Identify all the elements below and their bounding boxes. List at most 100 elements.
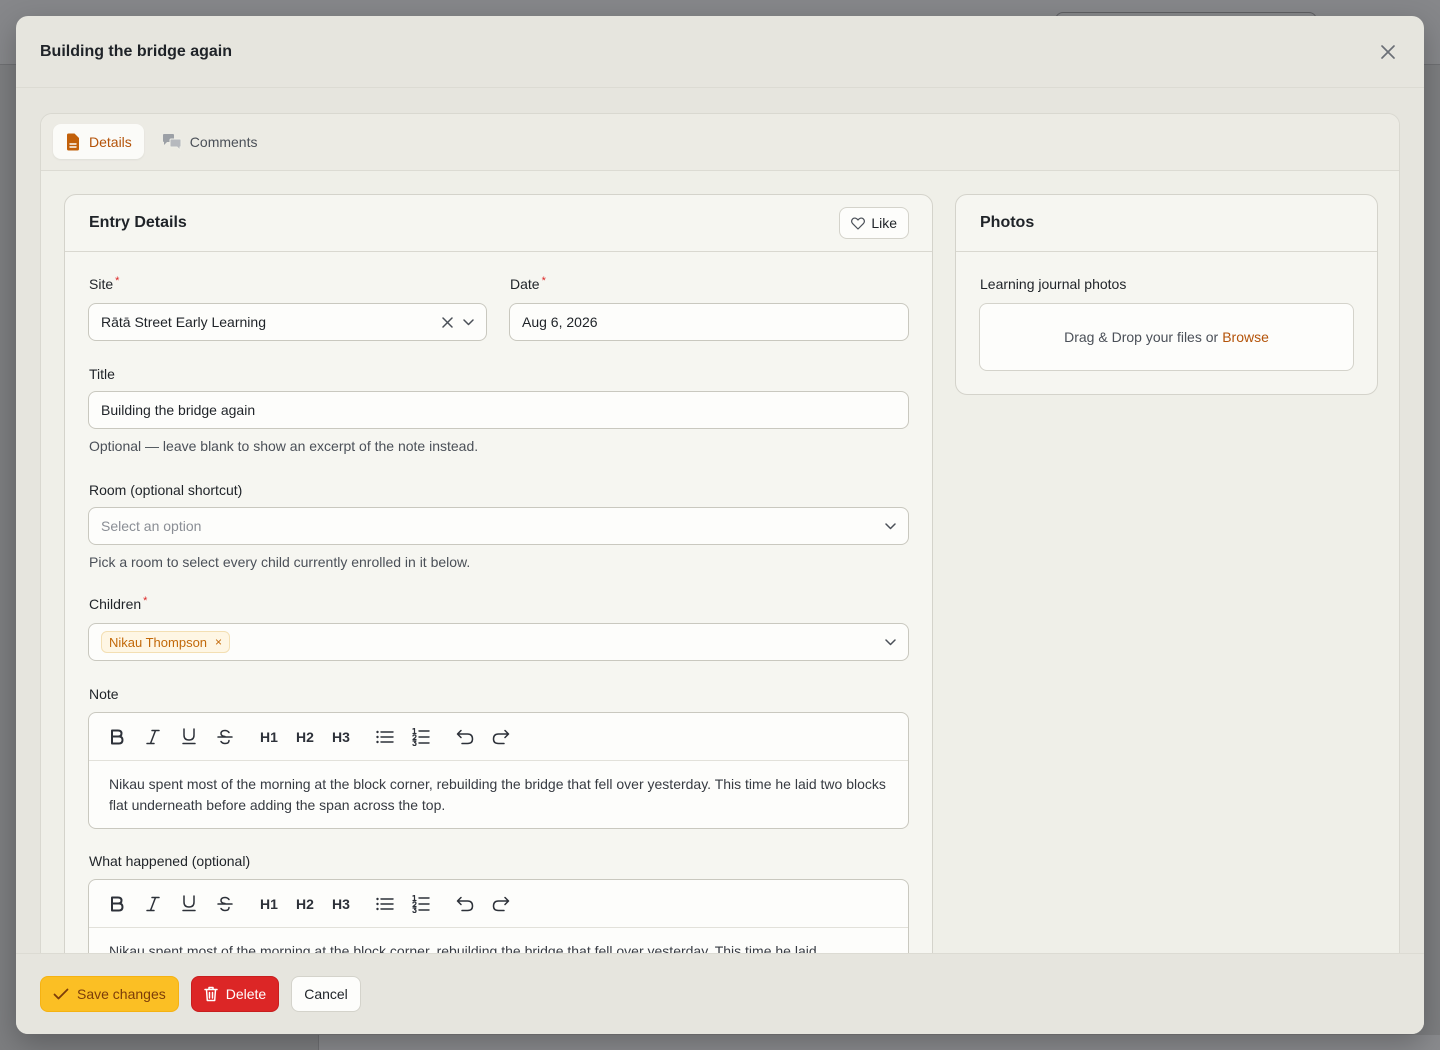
italic-button[interactable] — [135, 719, 171, 755]
required-mark: * — [143, 595, 148, 607]
site-select-controls — [442, 316, 474, 328]
underline-icon — [182, 895, 196, 912]
bold-button[interactable] — [99, 719, 135, 755]
heading-1-button[interactable]: H1 — [251, 719, 287, 755]
heading-2-button[interactable]: H2 — [287, 886, 323, 922]
what-happened-text[interactable]: Nikau spent most of the morning at the b… — [89, 928, 908, 953]
children-label: Children * — [89, 595, 148, 613]
site-value: Rātā Street Early Learning — [101, 314, 266, 330]
modal-footer: Save changes Delete Cancel — [16, 953, 1424, 1034]
what-happened-editor: H1 H2 H3 Nikau spent most of the morning… — [88, 879, 909, 953]
children-label-text: Children — [89, 596, 142, 612]
undo-icon — [456, 896, 474, 911]
heading-3-button[interactable]: H3 — [323, 886, 359, 922]
date-input[interactable]: Aug 6, 2026 — [509, 303, 909, 341]
undo-icon — [456, 729, 474, 744]
close-button[interactable] — [1376, 40, 1400, 64]
like-label: Like — [871, 215, 897, 231]
delete-label: Delete — [225, 986, 267, 1002]
clear-icon[interactable] — [442, 316, 453, 328]
bold-icon — [111, 729, 124, 744]
room-select[interactable]: Select an option — [88, 507, 909, 545]
title-input[interactable]: Building the bridge again — [88, 391, 909, 429]
photos-title: Photos — [980, 214, 1035, 231]
chevron-down-icon — [885, 522, 896, 529]
like-button[interactable]: Like — [839, 207, 909, 239]
redo-button[interactable] — [483, 719, 519, 755]
bullet-list-icon — [376, 730, 394, 743]
underline-button[interactable] — [171, 719, 207, 755]
numbered-list-icon — [412, 894, 430, 913]
chevron-down-icon — [885, 638, 896, 645]
redo-icon — [492, 896, 510, 911]
delete-button[interactable]: Delete — [190, 976, 280, 1012]
save-changes-label: Save changes — [77, 986, 166, 1002]
children-label-wrap: Children * — [89, 595, 148, 613]
children-multiselect[interactable]: Nikau Thompson × — [88, 623, 909, 661]
undo-button[interactable] — [447, 886, 483, 922]
bullet-list-button[interactable] — [367, 886, 403, 922]
cancel-button[interactable]: Cancel — [291, 976, 361, 1012]
tab-details-label: Details — [89, 133, 132, 150]
heading-2-button[interactable]: H2 — [287, 719, 323, 755]
room-label: Room (optional shortcut) — [89, 482, 243, 498]
bold-button[interactable] — [99, 886, 135, 922]
bold-icon — [111, 896, 124, 911]
underline-icon — [182, 728, 196, 745]
heart-icon — [851, 216, 866, 230]
strikethrough-button[interactable] — [207, 886, 243, 922]
tab-comments[interactable]: Comments — [150, 124, 270, 159]
heading-1-button[interactable]: H1 — [251, 886, 287, 922]
tab-bar: Details Comments — [41, 114, 1399, 171]
tab-details[interactable]: Details — [53, 124, 144, 159]
note-text[interactable]: Nikau spent most of the morning at the b… — [89, 761, 908, 828]
strikethrough-icon — [217, 729, 233, 744]
browse-link[interactable]: Browse — [1222, 329, 1269, 345]
room-hint: Pick a room to select every child curren… — [89, 554, 471, 570]
h3-icon: H3 — [332, 895, 350, 912]
photos-card: Photos Learning journal photos Drag & Dr… — [955, 194, 1378, 395]
bullet-list-button[interactable] — [367, 719, 403, 755]
edit-entry-modal: Building the bridge again Details Commen… — [16, 16, 1424, 1034]
chip-remove-icon[interactable]: × — [215, 635, 222, 649]
note-label: Note — [89, 686, 119, 702]
note-toolbar: H1 H2 H3 — [89, 713, 908, 761]
redo-button[interactable] — [483, 886, 519, 922]
close-icon — [1381, 44, 1395, 59]
italic-icon — [146, 729, 160, 744]
italic-icon — [146, 896, 160, 911]
undo-button[interactable] — [447, 719, 483, 755]
numbered-list-button[interactable] — [403, 886, 439, 922]
bullet-list-icon — [376, 897, 394, 910]
check-icon — [53, 988, 69, 1000]
child-chip-label: Nikau Thompson — [109, 634, 208, 650]
modal-title: Building the bridge again — [40, 42, 232, 60]
title-hint: Optional — leave blank to show an excerp… — [89, 438, 479, 454]
strikethrough-button[interactable] — [207, 719, 243, 755]
photos-header: Photos — [956, 195, 1377, 252]
room-placeholder: Select an option — [101, 518, 202, 534]
title-value: Building the bridge again — [101, 402, 256, 418]
h3-icon: H3 — [332, 728, 350, 745]
save-changes-button[interactable]: Save changes — [40, 976, 179, 1012]
numbered-list-icon — [412, 727, 430, 746]
site-select[interactable]: Rātā Street Early Learning — [88, 303, 487, 341]
date-label-wrap: Date * — [510, 275, 546, 293]
photo-dropzone[interactable]: Drag & Drop your files or Browse — [979, 303, 1354, 371]
underline-button[interactable] — [171, 886, 207, 922]
note-editor: H1 H2 H3 Nikau spent most of the morning… — [88, 712, 909, 829]
h1-icon: H1 — [260, 895, 278, 912]
required-mark: * — [541, 275, 546, 287]
child-chip: Nikau Thompson × — [101, 631, 231, 653]
what-happened-toolbar: H1 H2 H3 — [89, 880, 908, 928]
heading-3-button[interactable]: H3 — [323, 719, 359, 755]
tab-content: Entry Details Like Site * Rātā Street Ear… — [64, 194, 1378, 953]
strikethrough-icon — [217, 896, 233, 911]
italic-button[interactable] — [135, 886, 171, 922]
entry-details-header: Entry Details Like — [65, 195, 932, 252]
h2-icon: H2 — [296, 728, 314, 745]
date-value: Aug 6, 2026 — [522, 314, 598, 330]
numbered-list-button[interactable] — [403, 719, 439, 755]
title-label: Title — [89, 366, 115, 382]
modal-header: Building the bridge again — [16, 16, 1424, 88]
